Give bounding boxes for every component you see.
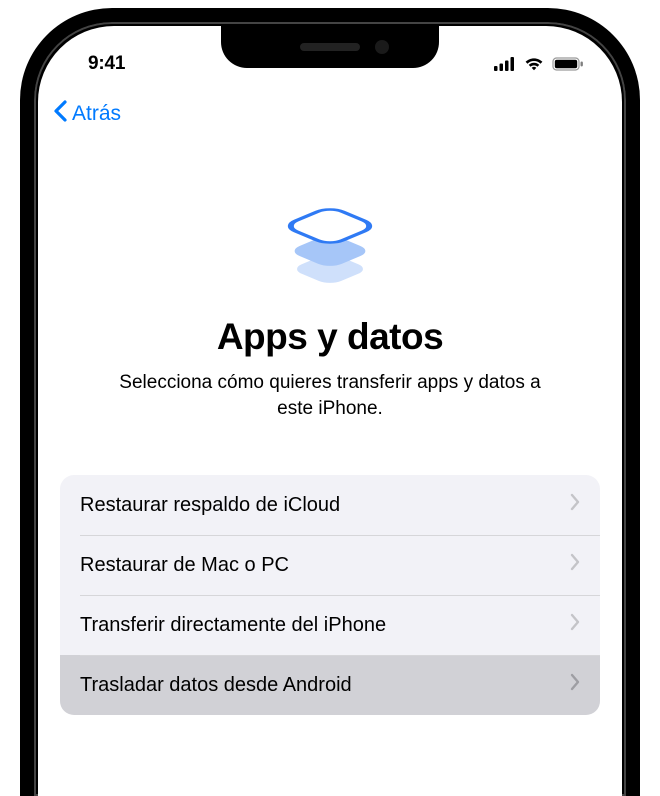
chevron-right-icon: [570, 493, 580, 517]
status-time: 9:41: [88, 53, 125, 75]
content: Apps y datos Selecciona cómo quieres tra…: [38, 144, 622, 796]
speaker-slot: [300, 43, 360, 51]
chevron-left-icon: [52, 99, 68, 129]
option-label: Restaurar de Mac o PC: [80, 554, 289, 577]
options-list: Restaurar respaldo de iCloud Restaurar de…: [60, 475, 600, 715]
chevron-right-icon: [570, 673, 580, 697]
option-row[interactable]: Transferir directamente del iPhone: [60, 595, 600, 655]
page-title: Apps y datos: [217, 316, 443, 358]
silent-switch: [28, 182, 34, 222]
battery-icon: [552, 57, 584, 71]
phone-frame: 9:41: [20, 8, 640, 796]
chevron-right-icon: [570, 553, 580, 577]
cellular-signal-icon: [494, 57, 516, 71]
status-icons: [494, 57, 584, 71]
power-button: [626, 252, 632, 362]
apps-data-stack-icon: [265, 174, 395, 304]
option-label: Restaurar respaldo de iCloud: [80, 494, 340, 517]
notch: [221, 26, 439, 68]
volume-down-button: [28, 327, 34, 397]
back-label: Atrás: [72, 102, 121, 126]
nav-bar: Atrás: [38, 90, 622, 138]
screen: 9:41: [38, 26, 622, 796]
front-camera: [375, 40, 389, 54]
option-row[interactable]: Restaurar de Mac o PC: [60, 535, 600, 595]
back-button[interactable]: Atrás: [52, 99, 121, 129]
option-label: Transferir directamente del iPhone: [80, 614, 386, 637]
volume-up-button: [28, 242, 34, 312]
option-label: Trasladar datos desde Android: [80, 674, 352, 697]
wifi-icon: [523, 57, 545, 71]
page-subtitle: Selecciona cómo quieres transferir apps …: [100, 370, 560, 421]
option-row[interactable]: Trasladar datos desde Android: [60, 655, 600, 715]
chevron-right-icon: [570, 613, 580, 637]
option-row[interactable]: Restaurar respaldo de iCloud: [60, 475, 600, 535]
